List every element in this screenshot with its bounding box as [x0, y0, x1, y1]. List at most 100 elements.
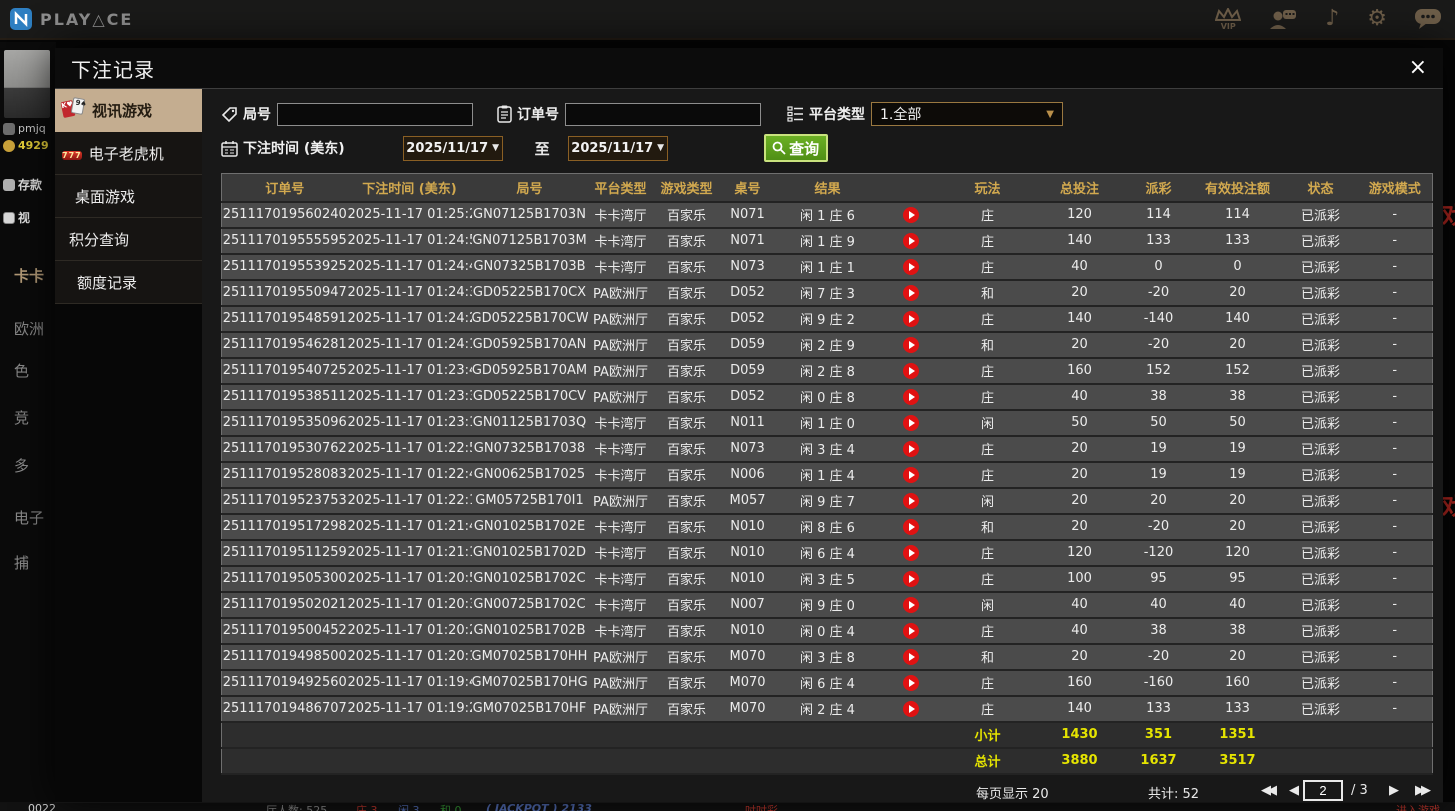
- round-number-input[interactable]: [277, 102, 473, 126]
- background-nav-item[interactable]: 色: [14, 360, 29, 381]
- cell-result: 闲 2 庄 8: [775, 357, 880, 385]
- cell-order: 251117019538511: [221, 383, 348, 411]
- cell-game-mode: -: [1357, 227, 1433, 255]
- play-video-icon[interactable]: [902, 492, 919, 509]
- play-video-icon[interactable]: [902, 284, 919, 301]
- play-video-icon[interactable]: [902, 388, 919, 405]
- cell-game-type: 百家乐: [653, 513, 720, 541]
- cell-total-bet: 20: [1033, 513, 1126, 541]
- play-video-icon[interactable]: [902, 648, 919, 665]
- cell-result: 闲 8 庄 6: [775, 513, 880, 541]
- play-video-icon[interactable]: [902, 336, 919, 353]
- table-row: 2511170195307622025-11-17 01:22:53GN0732…: [221, 435, 1433, 463]
- filter-row-2: 下注时间 (美东) 2025/11/17 ▼ 至 2025/11/17 ▼ 查询: [221, 134, 1433, 162]
- tab-table-games[interactable]: 桌面游戏: [55, 175, 202, 218]
- sum-empty: [1357, 747, 1433, 775]
- date-to-picker[interactable]: 2025/11/17 ▼: [567, 135, 668, 161]
- column-header: 平台类型: [587, 173, 654, 203]
- play-video-icon[interactable]: [902, 232, 919, 249]
- cell-platform: 卡卡湾厅: [587, 461, 654, 489]
- vip-icon[interactable]: VIP: [1215, 7, 1242, 31]
- background-nav-item[interactable]: 竞: [14, 407, 29, 428]
- tab-points-query[interactable]: 积分查询: [55, 218, 202, 261]
- sum-label: 小计: [941, 721, 1034, 749]
- play-video-icon[interactable]: [902, 700, 919, 717]
- first-page-icon[interactable]: ◀◀: [1261, 783, 1277, 798]
- last-page-icon[interactable]: ▶▶: [1415, 783, 1431, 798]
- bet-time-label: 下注时间 (美东): [243, 141, 345, 157]
- cell-status: 已派彩: [1283, 461, 1358, 489]
- play-video-icon[interactable]: [902, 310, 919, 327]
- play-video-icon[interactable]: [902, 440, 919, 457]
- tab-slots[interactable]: 777 电子老虎机: [55, 132, 202, 175]
- order-number-input[interactable]: [565, 102, 761, 126]
- play-video-icon[interactable]: [902, 258, 919, 275]
- cell-payout: -20: [1125, 513, 1192, 541]
- play-video-icon[interactable]: [902, 596, 919, 613]
- play-video-icon[interactable]: [902, 414, 919, 431]
- play-video-icon[interactable]: [902, 206, 919, 223]
- tab-video-games[interactable]: K♥ 9♠ 视讯游戏: [55, 89, 214, 132]
- settings-gear-icon[interactable]: ⚙: [1367, 8, 1387, 30]
- music-icon[interactable]: ♪: [1325, 8, 1339, 30]
- cell-round: GN01025B1702D: [471, 539, 588, 567]
- background-nav-item[interactable]: 欧洲: [14, 318, 44, 339]
- date-from-picker[interactable]: 2025/11/17 ▼: [402, 135, 503, 161]
- play-video-icon[interactable]: [902, 362, 919, 379]
- background-left-column: pmjq 4929 存款 视 卡卡 欧洲色竞多电子捕: [0, 42, 56, 811]
- background-nav-item[interactable]: 电子: [14, 507, 44, 528]
- sum-label: 总计: [941, 747, 1034, 775]
- cell-table-no: M070: [719, 695, 776, 723]
- cell-total-bet: 20: [1033, 331, 1126, 359]
- play-video-icon[interactable]: [902, 622, 919, 639]
- date-to-label: 至: [534, 139, 550, 158]
- cell-valid-bet: 133: [1191, 695, 1284, 723]
- cell-table-no: N011: [719, 409, 776, 437]
- column-header: 游戏模式: [1357, 173, 1433, 203]
- cell-status: 已派彩: [1283, 643, 1358, 671]
- background-nav-item[interactable]: 捕: [14, 552, 29, 573]
- cell-round: GD05225B170CW: [471, 305, 588, 333]
- play-video-icon[interactable]: [902, 466, 919, 483]
- cell-game-mode: -: [1357, 591, 1433, 619]
- user-avatar[interactable]: [4, 50, 50, 118]
- cell-order: 251117019523753: [221, 487, 348, 515]
- background-nav-item[interactable]: 多: [14, 455, 29, 476]
- playace-logo[interactable]: PLAY△CE: [10, 8, 133, 30]
- play-video-icon[interactable]: [902, 570, 919, 587]
- cell-play-video: [879, 695, 942, 723]
- table-row: 2511170195172982025-11-17 01:21:49GN0102…: [221, 513, 1433, 541]
- cell-game-mode: -: [1357, 617, 1433, 645]
- card-icon: [3, 211, 15, 224]
- cell-play-type: 庄: [941, 695, 1034, 723]
- cell-play-type: 和: [941, 513, 1034, 541]
- deposit-row[interactable]: 存款: [3, 176, 56, 193]
- cell-total-bet: 40: [1033, 591, 1126, 619]
- cell-round: GN00625B17025: [471, 461, 588, 489]
- close-icon[interactable]: ×: [1409, 57, 1427, 79]
- page-number-input[interactable]: [1303, 779, 1343, 801]
- platform-type-select[interactable]: 1.全部 ▼: [871, 102, 1063, 126]
- cell-round: GD05225B170CV: [471, 383, 588, 411]
- customer-support-icon[interactable]: [1269, 8, 1297, 30]
- next-page-icon[interactable]: ▶: [1389, 783, 1399, 798]
- background-nav-item[interactable]: 卡卡: [14, 265, 44, 286]
- messages-icon[interactable]: [1415, 8, 1441, 30]
- table-row: 2511170194867072025-11-17 01:19:20GM0702…: [221, 695, 1433, 723]
- play-video-icon[interactable]: [902, 544, 919, 561]
- query-button[interactable]: 查询: [763, 134, 828, 162]
- play-video-icon[interactable]: [902, 674, 919, 691]
- prev-page-icon[interactable]: ◀: [1289, 783, 1299, 798]
- cell-play-type: 庄: [941, 201, 1034, 229]
- cell-platform: 卡卡湾厅: [587, 227, 654, 255]
- cell-play-video: [879, 305, 942, 333]
- play-video-icon[interactable]: [902, 518, 919, 535]
- cell-round: GN07125B1703N: [471, 201, 588, 229]
- video-category-row[interactable]: 视: [3, 209, 56, 226]
- tab-quota-records[interactable]: 额度记录: [55, 261, 202, 304]
- table-row: 2511170195485912025-11-17 01:24:22GD0522…: [221, 305, 1433, 333]
- cell-bet-time: 2025-11-17 01:20:32: [347, 591, 472, 619]
- cell-payout: 19: [1125, 461, 1192, 489]
- top-app-bar: PLAY△CE VIP ♪ ⚙: [0, 0, 1455, 40]
- tab-label: 电子老虎机: [88, 144, 164, 163]
